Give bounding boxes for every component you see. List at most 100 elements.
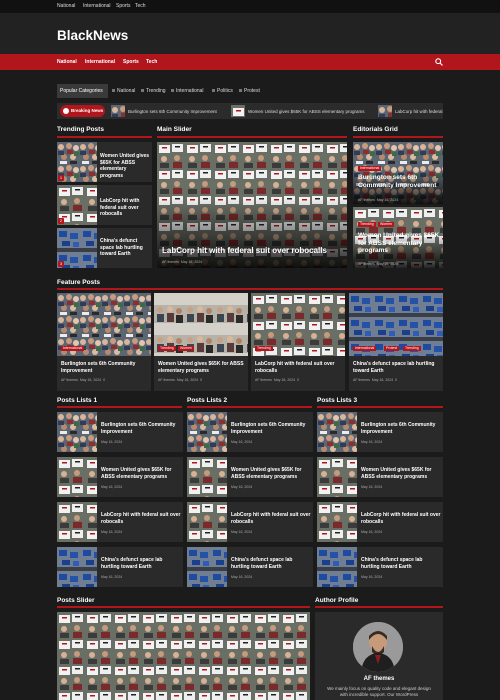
list-post[interactable]: Burlington sets 6th Community Improvemen…	[187, 412, 313, 452]
list-post[interactable]: Women United gives $65K for ABSS element…	[317, 457, 443, 497]
search-icon[interactable]	[435, 58, 443, 66]
category-national[interactable]: National	[112, 84, 135, 98]
post-date: May 16, 2024	[231, 575, 253, 579]
list-post[interactable]: China's defunct space lab hurtling towar…	[317, 547, 443, 587]
post-title[interactable]: Burlington sets 6th Community Improvemen…	[361, 422, 441, 435]
post-title[interactable]: Women United gives $65K for ABSS element…	[358, 232, 440, 255]
category-label: Trending	[146, 88, 166, 94]
category-badge[interactable]: International	[358, 166, 382, 171]
trending-post[interactable]: 2 LabCorp hit with federal suit over rob…	[57, 185, 152, 225]
post-title[interactable]: Women United gives $65K for ABSS element…	[100, 153, 150, 179]
trending-post[interactable]: 3 China's defunct space lab hurtling tow…	[57, 228, 152, 268]
dot-icon	[171, 89, 174, 93]
category-protest[interactable]: Protest	[239, 84, 260, 98]
avatar[interactable]	[353, 622, 403, 672]
section-divider	[57, 406, 182, 408]
post-title[interactable]: Burlington sets 6th Community Improvemen…	[61, 361, 147, 374]
post-date: May 16, 2024	[371, 378, 394, 382]
author-name[interactable]: AF themes	[315, 676, 443, 682]
list-post[interactable]: China's defunct space lab hurtling towar…	[187, 547, 313, 587]
editorial-post[interactable]: Trending Women Women United gives $65K f…	[353, 207, 443, 268]
feature-post[interactable]: Trending LabCorp hit with federal suit o…	[251, 293, 345, 391]
post-title[interactable]: China's defunct space lab hurtling towar…	[101, 557, 181, 570]
breaking-news-ticker: Breaking News Burlington sets 6th Commun…	[57, 103, 443, 119]
site-logo[interactable]: BlackNews	[57, 28, 128, 43]
breaking-news-label: Breaking News	[71, 108, 104, 113]
list-post[interactable]: Women United gives $65K for ABSS element…	[57, 457, 183, 497]
post-title[interactable]: Women United gives $65K for ABSS element…	[101, 467, 181, 480]
rank-badge: 3	[58, 261, 64, 267]
post-date: May 16, 2024	[101, 485, 123, 489]
site-header: BlackNews	[0, 13, 500, 54]
list-post[interactable]: Burlington sets 6th Community Improvemen…	[57, 412, 183, 452]
section-title-list1: Posts Lists 1	[57, 397, 98, 404]
category-badge[interactable]: International	[353, 346, 377, 351]
category-trending[interactable]: Trending	[141, 84, 166, 98]
live-dot-icon	[63, 108, 69, 114]
category-badge[interactable]: Trending	[358, 222, 376, 227]
post-date: May 16, 2024	[231, 485, 253, 489]
post-date: May 16, 2024	[361, 575, 383, 579]
post-title[interactable]: LabCorp hit with federal suit over roboc…	[361, 512, 441, 525]
post-title[interactable]: LabCorp hit with federal suit over roboc…	[255, 361, 341, 374]
top-link-national[interactable]: National	[57, 3, 75, 9]
post-title[interactable]: China's defunct space lab hurtling towar…	[361, 557, 441, 570]
post-title[interactable]: Burlington sets 6th Community Improvemen…	[101, 422, 181, 435]
main-slider[interactable]: LabCorp hit with federal suit over roboc…	[157, 142, 347, 268]
list-post[interactable]: LabCorp hit with federal suit over roboc…	[57, 502, 183, 542]
posts-slider-image[interactable]	[57, 612, 310, 700]
category-badge[interactable]: Trending	[403, 346, 421, 351]
feature-post[interactable]: International Burlington sets 6th Commun…	[57, 293, 151, 391]
post-title[interactable]: China's defunct space lab hurtling towar…	[231, 557, 311, 570]
post-title[interactable]: LabCorp hit with federal suit over roboc…	[231, 512, 311, 525]
category-politics[interactable]: Politics	[212, 84, 233, 98]
post-date: May 16, 2024	[361, 530, 383, 534]
editorial-post[interactable]: International Burlington sets 6th Commun…	[353, 142, 443, 204]
category-badge[interactable]: Trending	[255, 346, 273, 351]
post-thumbnail	[317, 457, 357, 497]
post-title[interactable]: China's defunct space lab hurtling towar…	[100, 238, 150, 258]
post-title[interactable]: Women United gives $65K for ABSS element…	[361, 467, 441, 480]
post-title[interactable]: China's defunct space lab hurtling towar…	[353, 361, 439, 374]
post-title[interactable]: LabCorp hit with federal suit over roboc…	[101, 512, 181, 525]
post-title[interactable]: Women United gives $65K for ABSS element…	[231, 467, 311, 480]
nav-international[interactable]: International	[85, 59, 115, 65]
category-badge[interactable]: Protest	[384, 346, 400, 351]
post-thumbnail	[187, 547, 227, 587]
post-title[interactable]: LabCorp hit with federal suit over roboc…	[100, 198, 150, 218]
post-meta: AF themes May 16, 2024 0	[255, 378, 299, 382]
category-badge[interactable]: Trending	[158, 346, 176, 351]
nav-sports[interactable]: Sports	[123, 59, 139, 65]
top-link-international[interactable]: International	[83, 3, 111, 9]
post-thumbnail	[317, 547, 357, 587]
nav-tech[interactable]: Tech	[146, 59, 157, 65]
section-title-posts-slider: Posts Slider	[57, 597, 95, 604]
post-title[interactable]: Women United gives $65K for ABSS element…	[158, 361, 244, 374]
nav-national[interactable]: National	[57, 59, 77, 65]
ticker-thumbnail	[378, 105, 392, 117]
list-post[interactable]: China's defunct space lab hurtling towar…	[57, 547, 183, 587]
top-link-sports[interactable]: Sports	[116, 3, 130, 9]
list-post[interactable]: Burlington sets 6th Community Improvemen…	[317, 412, 443, 452]
category-badge[interactable]: Women	[378, 222, 394, 227]
feature-post[interactable]: Trending Women Women United gives $65K f…	[154, 293, 248, 391]
category-international[interactable]: International	[171, 84, 204, 98]
category-badge[interactable]: Women	[178, 346, 194, 351]
list-post[interactable]: Women United gives $65K for ABSS element…	[187, 457, 313, 497]
list-post[interactable]: LabCorp hit with federal suit over roboc…	[187, 502, 313, 542]
post-thumbnail	[57, 547, 97, 587]
dot-icon	[141, 89, 144, 93]
list-post[interactable]: LabCorp hit with federal suit over roboc…	[317, 502, 443, 542]
category-label: Politics	[217, 88, 233, 94]
feature-post[interactable]: International Protest Trending China's d…	[349, 293, 443, 391]
trending-post[interactable]: 1 Women United gives $65K for ABSS eleme…	[57, 142, 152, 182]
category-badge[interactable]: International	[61, 346, 85, 351]
section-title-list2: Posts Lists 2	[187, 397, 228, 404]
top-link-tech[interactable]: Tech	[135, 3, 146, 9]
section-divider	[57, 606, 310, 608]
post-title[interactable]: Burlington sets 6th Community Improvemen…	[358, 174, 440, 189]
post-title[interactable]: Burlington sets 6th Community Improvemen…	[231, 422, 311, 435]
post-date: May 16, 2024	[361, 440, 383, 444]
slider-title[interactable]: LabCorp hit with federal suit over roboc…	[162, 246, 342, 255]
post-thumbnail	[317, 502, 357, 542]
